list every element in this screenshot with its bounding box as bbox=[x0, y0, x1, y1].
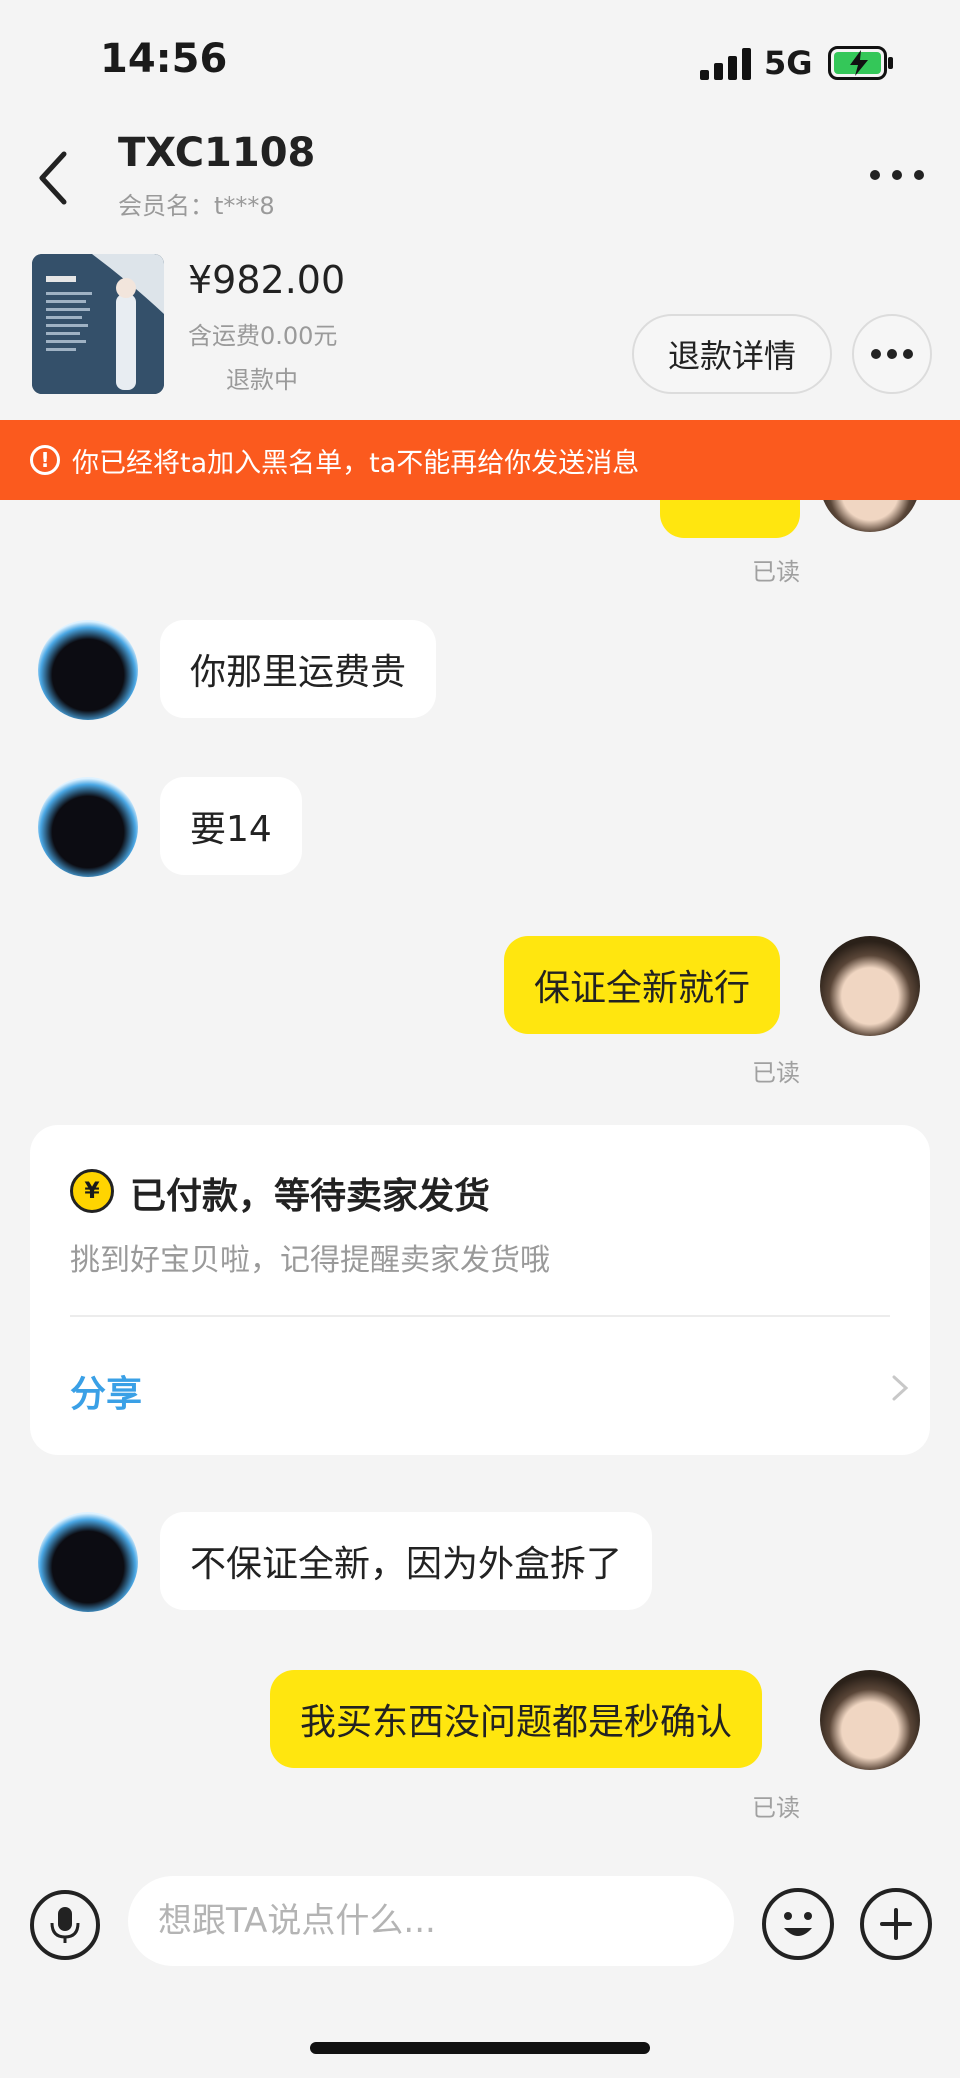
order-status: 退款中 bbox=[226, 366, 298, 394]
share-link[interactable]: 分享 bbox=[70, 1365, 142, 1417]
chevron-right-icon[interactable] bbox=[888, 1371, 912, 1405]
my-avatar[interactable] bbox=[820, 936, 920, 1036]
battery-charging-icon bbox=[828, 46, 893, 80]
member-name: 会员名：t***8 bbox=[118, 192, 275, 220]
message-list[interactable]: 已读 你那里运费贵 要14 保证全新就行 已读 ¥ 已付款，等待卖家发货 挑到好… bbox=[0, 500, 960, 1870]
more-icon[interactable] bbox=[862, 150, 932, 200]
emoji-icon[interactable] bbox=[762, 1888, 834, 1960]
message-composer bbox=[0, 1870, 960, 2000]
message-bubble-incoming[interactable]: 你那里运费贵 bbox=[160, 620, 437, 718]
my-avatar[interactable] bbox=[820, 1670, 920, 1770]
product-price: ¥982.00 bbox=[188, 258, 346, 302]
seller-avatar[interactable] bbox=[38, 1512, 138, 1612]
message-bubble-incoming[interactable]: 要14 bbox=[160, 777, 302, 875]
product-thumbnail[interactable] bbox=[32, 254, 164, 394]
seller-avatar[interactable] bbox=[38, 777, 138, 877]
plus-icon[interactable] bbox=[860, 1888, 932, 1960]
plus-glyph bbox=[880, 1908, 912, 1940]
network-type: 5G bbox=[764, 44, 813, 82]
read-receipt: 已读 bbox=[752, 1059, 800, 1087]
microphone-icon[interactable] bbox=[30, 1890, 100, 1960]
status-bar: 14:56 5G bbox=[0, 0, 960, 120]
message-input[interactable] bbox=[128, 1876, 734, 1966]
emoji-glyph bbox=[784, 1912, 812, 1936]
message-bubble-outgoing[interactable]: 保证全新就行 bbox=[504, 936, 781, 1034]
message-bubble-outgoing[interactable] bbox=[660, 500, 800, 538]
warning-icon: ! bbox=[30, 445, 60, 475]
contact-name: TXC1108 bbox=[118, 130, 316, 176]
product-summary: ¥982.00 含运费0.00元 退款中 退款详情 bbox=[0, 240, 960, 410]
signal-icon bbox=[700, 48, 751, 80]
chat-header: TXC1108 会员名：t***8 bbox=[0, 120, 960, 230]
refund-details-button[interactable]: 退款详情 bbox=[632, 314, 832, 394]
microphone-glyph bbox=[50, 1907, 80, 1943]
more-icon bbox=[871, 349, 913, 359]
banner-text: 你已经将ta加入黑名单，ta不能再给你发送消息 bbox=[72, 447, 640, 479]
product-image bbox=[32, 254, 164, 394]
read-receipt: 已读 bbox=[752, 558, 800, 586]
order-card-title: 已付款，等待卖家发货 bbox=[130, 1176, 491, 1217]
status-time: 14:56 bbox=[100, 36, 228, 82]
product-more-button[interactable] bbox=[852, 314, 932, 394]
message-bubble-incoming[interactable]: 不保证全新，因为外盒拆了 bbox=[160, 1512, 653, 1610]
my-avatar[interactable] bbox=[820, 500, 920, 532]
order-card-description: 挑到好宝贝啦，记得提醒卖家发货哦 bbox=[70, 1243, 550, 1278]
message-bubble-outgoing[interactable]: 我买东西没问题都是秒确认 bbox=[270, 1670, 763, 1768]
read-receipt: 已读 bbox=[752, 1794, 800, 1822]
shipping-fee: 含运费0.00元 bbox=[188, 322, 338, 350]
back-icon[interactable] bbox=[30, 142, 80, 212]
yen-icon: ¥ bbox=[70, 1169, 114, 1213]
divider bbox=[70, 1315, 890, 1317]
order-status-card[interactable]: ¥ 已付款，等待卖家发货 挑到好宝贝啦，记得提醒卖家发货哦 分享 bbox=[30, 1125, 930, 1455]
home-indicator bbox=[310, 2042, 650, 2054]
seller-avatar[interactable] bbox=[38, 620, 138, 720]
blacklist-banner: ! 你已经将ta加入黑名单，ta不能再给你发送消息 bbox=[0, 420, 960, 500]
